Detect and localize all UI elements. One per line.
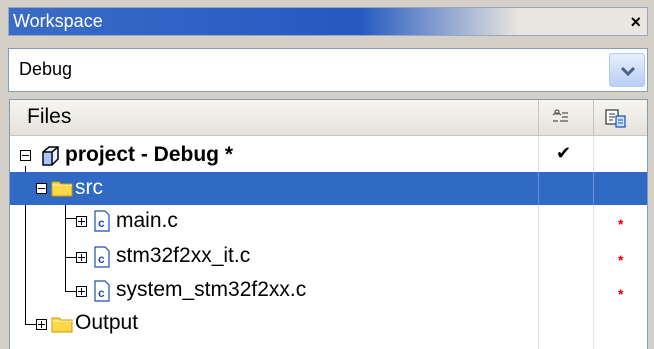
tree-item-label: src (75, 176, 103, 199)
tree-item-output[interactable]: Output (10, 309, 647, 342)
svg-text:c: c (98, 286, 105, 300)
collapse-icon[interactable] (20, 150, 31, 161)
tree-item-project[interactable]: project - Debug * ✔ (10, 139, 647, 172)
expand-icon[interactable] (76, 216, 87, 227)
chevron-down-icon (620, 66, 636, 77)
tree-item-main-c[interactable]: c main.c * (10, 205, 647, 238)
tree-item-label: stm32f2xx_it.c (116, 244, 251, 267)
options-icon (552, 109, 568, 122)
window-title: Workspace (13, 11, 103, 31)
tree-item-label: main.c (116, 209, 178, 232)
dropdown-button[interactable] (609, 53, 645, 87)
column-divider (538, 172, 539, 205)
c-file-icon: c (94, 246, 110, 268)
expand-icon[interactable] (76, 252, 87, 263)
modified-mark: * (618, 252, 624, 268)
expand-icon[interactable] (76, 286, 87, 297)
folder-icon (51, 317, 73, 333)
tree-item-label: project - Debug * (65, 143, 234, 166)
modified-mark: * (618, 286, 624, 302)
expand-icon[interactable] (36, 319, 47, 330)
column-divider (593, 172, 594, 205)
modified-mark: * (618, 216, 624, 232)
project-cube-icon (42, 146, 59, 166)
workspace-titlebar[interactable]: Workspace × (8, 7, 648, 36)
file-tree[interactable]: Files project - Debug * ✔ src c main.c *… (9, 99, 648, 349)
tree-item-system-stm32f2xx-c[interactable]: c system_stm32f2xx.c * (10, 276, 647, 309)
tree-item-src[interactable]: src (10, 172, 647, 205)
build-config-icon (605, 109, 626, 128)
workspace-window: Workspace × Debug Files project - Debug … (0, 0, 654, 349)
close-icon[interactable]: × (630, 12, 641, 33)
collapse-icon[interactable] (36, 183, 47, 194)
svg-text:c: c (98, 216, 105, 230)
c-file-icon: c (94, 280, 110, 302)
folder-icon (51, 181, 73, 197)
files-column-header[interactable]: Files (27, 105, 71, 129)
configuration-value: Debug (19, 59, 73, 79)
c-file-icon: c (94, 210, 110, 232)
tree-item-label: system_stm32f2xx.c (116, 278, 307, 301)
tree-item-stm32f2xx-it-c[interactable]: c stm32f2xx_it.c * (10, 242, 647, 275)
svg-text:c: c (98, 252, 105, 266)
tree-header: Files (10, 100, 647, 136)
options-column-header[interactable] (538, 100, 593, 136)
build-check-icon: ✔ (556, 143, 572, 163)
build-column-header[interactable] (593, 100, 649, 136)
tree-item-label: Output (75, 311, 139, 334)
configuration-dropdown[interactable]: Debug (8, 48, 648, 92)
